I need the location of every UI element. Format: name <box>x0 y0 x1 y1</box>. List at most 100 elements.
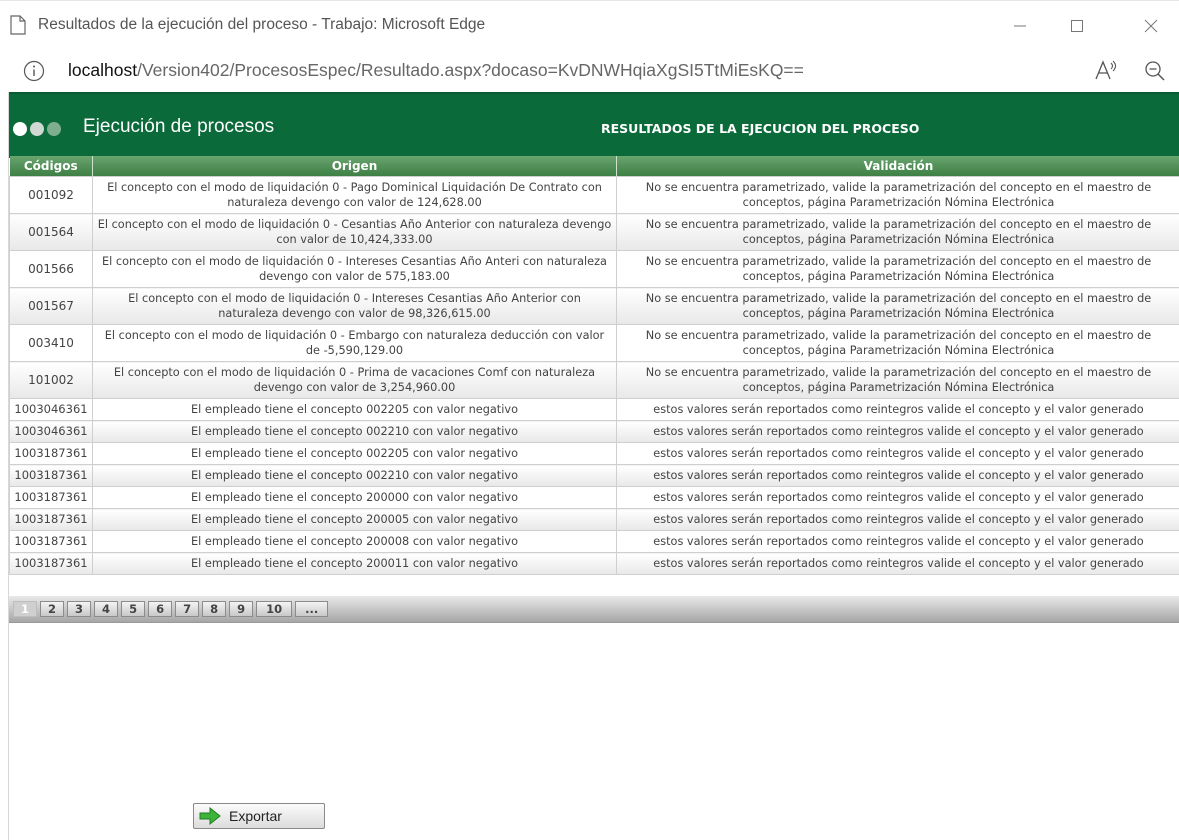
info-icon[interactable] <box>23 60 45 82</box>
read-aloud-icon[interactable] <box>1093 59 1119 83</box>
cell-code: 1003187361 <box>9 530 93 553</box>
table-row[interactable]: 101002 El concepto con el modo de liquida… <box>9 361 1179 399</box>
table-row[interactable]: 1003046361 El empleado tiene el concepto … <box>9 398 1179 421</box>
close-icon <box>1144 19 1158 33</box>
cell-validacion: estos valores serán reportados como rein… <box>616 508 1179 531</box>
cell-validacion: No se encuentra parametrizado, valide la… <box>616 361 1179 399</box>
pager: 1 2 3 4 5 6 7 8 9 10... <box>9 596 1179 623</box>
column-header-codigos[interactable]: Códigos <box>9 156 93 177</box>
url-host: localhost <box>68 60 138 80</box>
url-field[interactable]: localhost/Version402/ProcesosEspec/Resul… <box>68 60 804 81</box>
zoom-out-icon[interactable] <box>1144 60 1166 82</box>
table-row[interactable]: 001566 El concepto con el modo de liquida… <box>9 250 1179 288</box>
cell-code: 001564 <box>9 213 93 251</box>
pager-page-9[interactable]: 9 <box>229 601 254 617</box>
table-body: 001092 El concepto con el modo de liquida… <box>9 176 1179 575</box>
cell-origen: El concepto con el modo de liquidación 0… <box>92 287 617 325</box>
window-title: Resultados de la ejecución del proceso -… <box>38 16 486 33</box>
cell-validacion: No se encuentra parametrizado, valide la… <box>616 324 1179 362</box>
table-row[interactable]: 1003187361 El empleado tiene el concepto … <box>9 530 1179 553</box>
pager-page-5[interactable]: 5 <box>121 601 146 617</box>
column-header-origen[interactable]: Origen <box>92 156 617 177</box>
cell-origen: El empleado tiene el concepto 002205 con… <box>92 442 617 465</box>
maximize-button[interactable] <box>1057 11 1097 41</box>
cell-validacion: estos valores serán reportados como rein… <box>616 464 1179 487</box>
pager-page-1[interactable]: 1 <box>13 601 38 617</box>
table-row[interactable]: 1003187361 El empleado tiene el concepto … <box>9 486 1179 509</box>
pager-page-3[interactable]: 3 <box>67 601 92 617</box>
cell-origen: El empleado tiene el concepto 200005 con… <box>92 508 617 531</box>
pager-page-11[interactable]: ... <box>295 601 329 617</box>
cell-validacion: estos valores serán reportados como rein… <box>616 530 1179 553</box>
cell-code: 001566 <box>9 250 93 288</box>
cell-origen: El concepto con el modo de liquidación 0… <box>92 361 617 399</box>
logo-dots <box>13 122 61 136</box>
pager-page-10[interactable]: 10 <box>256 601 293 617</box>
pager-page-6[interactable]: 6 <box>148 601 173 617</box>
cell-origen: El concepto con el modo de liquidación 0… <box>92 250 617 288</box>
cell-validacion: No se encuentra parametrizado, valide la… <box>616 250 1179 288</box>
results-table: Códigos Origen Validación 001092 El conce… <box>9 156 1179 575</box>
cell-validacion: estos valores serán reportados como rein… <box>616 420 1179 443</box>
table-row[interactable]: 1003187361 El empleado tiene el concepto … <box>9 442 1179 465</box>
cell-code: 1003187361 <box>9 442 93 465</box>
window-titlebar: Resultados de la ejecución del proceso -… <box>0 0 1179 51</box>
url-path: /Version402/ProcesosEspec/Resultado.aspx… <box>137 60 804 80</box>
table-row[interactable]: 001564 El concepto con el modo de liquida… <box>9 213 1179 251</box>
cell-origen: El concepto con el modo de liquidación 0… <box>92 213 617 251</box>
cell-code: 1003187361 <box>9 508 93 531</box>
pager-page-7[interactable]: 7 <box>175 601 200 617</box>
cell-validacion: No se encuentra parametrizado, valide la… <box>616 213 1179 251</box>
page-content: Ejecución de procesos RESULTADOS DE LA E… <box>8 92 1179 840</box>
cell-origen: El empleado tiene el concepto 002205 con… <box>92 398 617 421</box>
maximize-icon <box>1071 20 1083 32</box>
dot-icon <box>47 122 61 136</box>
close-button[interactable] <box>1131 11 1171 41</box>
arrow-right-icon <box>199 807 221 825</box>
cell-code: 1003046361 <box>9 398 93 421</box>
cell-validacion: estos valores serán reportados como rein… <box>616 486 1179 509</box>
page-title: RESULTADOS DE LA EJECUCION DEL PROCESO <box>601 121 920 136</box>
table-row[interactable]: 1003046361 El empleado tiene el concepto … <box>9 420 1179 443</box>
address-bar: localhost/Version402/ProcesosEspec/Resul… <box>0 50 1179 92</box>
table-row[interactable]: 1003187361 El empleado tiene el concepto … <box>9 464 1179 487</box>
minimize-button[interactable] <box>1000 11 1040 41</box>
cell-validacion: estos valores serán reportados como rein… <box>616 398 1179 421</box>
cell-code: 1003187361 <box>9 486 93 509</box>
cell-code: 003410 <box>9 324 93 362</box>
dot-icon <box>30 122 44 136</box>
table-row[interactable]: 003410 El concepto con el modo de liquida… <box>9 324 1179 362</box>
dot-icon <box>13 122 27 136</box>
cell-origen: El empleado tiene el concepto 200008 con… <box>92 530 617 553</box>
pager-page-2[interactable]: 2 <box>40 601 65 617</box>
cell-validacion: estos valores serán reportados como rein… <box>616 552 1179 575</box>
pager-page-4[interactable]: 4 <box>94 601 119 617</box>
cell-origen: El empleado tiene el concepto 002210 con… <box>92 420 617 443</box>
app-brand: Ejecución de procesos <box>83 116 275 137</box>
cell-code: 1003187361 <box>9 552 93 575</box>
export-label: Exportar <box>229 808 282 824</box>
cell-validacion: No se encuentra parametrizado, valide la… <box>616 176 1179 214</box>
table-row[interactable]: 001567 El concepto con el modo de liquida… <box>9 287 1179 325</box>
cell-code: 001567 <box>9 287 93 325</box>
cell-origen: El empleado tiene el concepto 200000 con… <box>92 486 617 509</box>
cell-code: 101002 <box>9 361 93 399</box>
table-row[interactable]: 1003187361 El empleado tiene el concepto … <box>9 552 1179 575</box>
cell-origen: El empleado tiene el concepto 002210 con… <box>92 464 617 487</box>
app-header: Ejecución de procesos RESULTADOS DE LA E… <box>9 92 1179 158</box>
table-row[interactable]: 001092 El concepto con el modo de liquida… <box>9 176 1179 214</box>
pager-pages: 1 2 3 4 5 6 7 8 9 10... <box>13 601 329 617</box>
table-row[interactable]: 1003187361 El empleado tiene el concepto … <box>9 508 1179 531</box>
cell-validacion: estos valores serán reportados como rein… <box>616 442 1179 465</box>
column-header-validacion[interactable]: Validación <box>616 156 1179 177</box>
cell-code: 001092 <box>9 176 93 214</box>
cell-validacion: No se encuentra parametrizado, valide la… <box>616 287 1179 325</box>
cell-origen: El empleado tiene el concepto 200011 con… <box>92 552 617 575</box>
cell-code: 1003046361 <box>9 420 93 443</box>
page-icon <box>10 15 26 35</box>
minimize-icon <box>1014 25 1026 27</box>
export-button[interactable]: Exportar <box>193 803 325 829</box>
cell-code: 1003187361 <box>9 464 93 487</box>
cell-origen: El concepto con el modo de liquidación 0… <box>92 324 617 362</box>
pager-page-8[interactable]: 8 <box>202 601 227 617</box>
